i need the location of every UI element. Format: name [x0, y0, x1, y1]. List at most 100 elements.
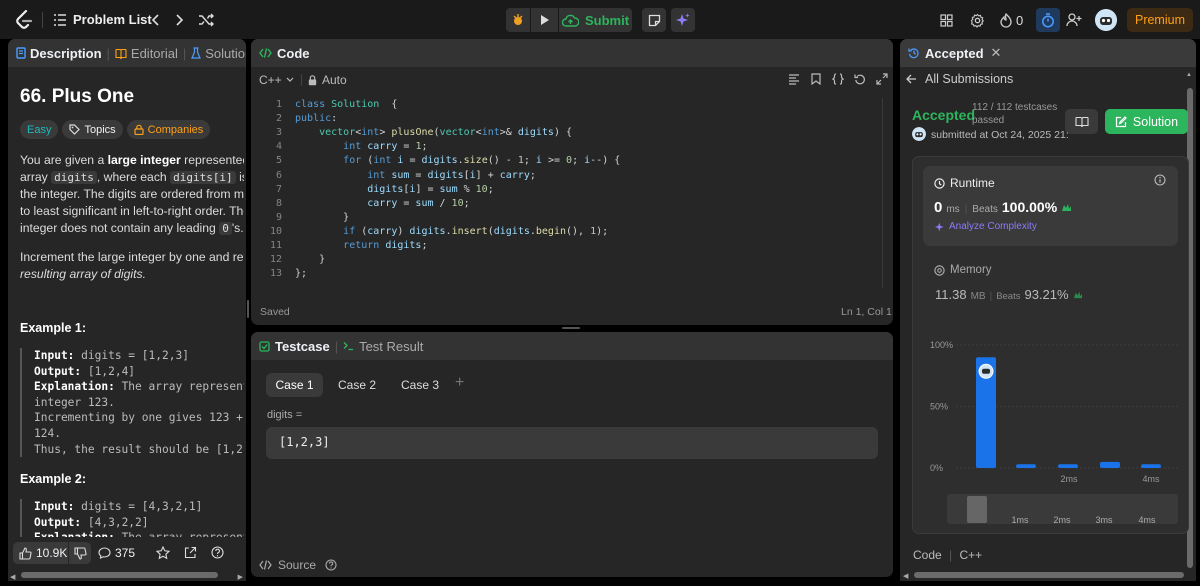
tab-solutions[interactable]: Solutions	[191, 46, 246, 61]
statement-text: large integer	[107, 153, 181, 167]
auto-mode-toggle[interactable]: Auto	[308, 73, 347, 87]
topics-tag[interactable]: Topics	[62, 120, 123, 139]
resize-handle[interactable]	[562, 327, 580, 329]
topbar-divider	[42, 12, 43, 28]
code-token: sum	[415, 197, 434, 209]
code-tab[interactable]: Code	[277, 46, 310, 61]
close-tab-icon[interactable]: ✕	[991, 45, 1002, 61]
param-input[interactable]: [1,2,3]	[266, 427, 878, 459]
tab-editorial[interactable]: Editorial	[115, 46, 178, 61]
tab-testcase[interactable]: Testcase	[259, 339, 330, 354]
case-1-tab[interactable]: Case 1	[266, 373, 323, 397]
scroll-left-arrow-icon[interactable]: ◀	[903, 572, 908, 580]
example-text: Thus, the result should be [1,2,	[34, 442, 244, 456]
submitter-avatar[interactable]	[912, 127, 926, 141]
all-submissions-link[interactable]: All Submissions	[906, 72, 1013, 86]
tab-test-result[interactable]: Test Result	[343, 339, 423, 354]
accepted-tab[interactable]: Accepted	[925, 46, 984, 61]
ai-sparkle-icon[interactable]	[671, 8, 695, 32]
solution-button[interactable]: Solution	[1105, 109, 1188, 134]
problem-list-link[interactable]: Problem List	[73, 12, 152, 27]
case-2-tab[interactable]: Case 2	[331, 373, 383, 397]
code-line[interactable]: return digits;	[295, 240, 427, 251]
format-icon[interactable]	[788, 73, 800, 85]
braces-icon[interactable]	[832, 73, 844, 85]
description-hscroll-thumb[interactable]	[21, 572, 218, 578]
premium-button[interactable]: Premium	[1127, 8, 1193, 32]
code-line[interactable]: digits[i] = sum % 10;	[295, 184, 493, 195]
add-friend-icon[interactable]	[1064, 10, 1084, 30]
line-number: 7	[275, 183, 282, 195]
resize-handle-vertical[interactable]	[246, 300, 249, 318]
help-icon[interactable]	[325, 559, 337, 571]
edit-icon	[1115, 115, 1127, 127]
bookmark-icon[interactable]	[810, 73, 822, 85]
code-line[interactable]: int sum = digits[i] + carry;	[295, 170, 536, 181]
difficulty-tag[interactable]: Easy	[20, 120, 59, 139]
user-avatar[interactable]	[1095, 9, 1117, 31]
next-problem-icon[interactable]	[173, 11, 187, 29]
result-hscroll-thumb[interactable]	[914, 572, 1184, 578]
code-line[interactable]: }	[295, 212, 349, 223]
editorial-button[interactable]	[1065, 109, 1098, 134]
runtime-distribution-chart[interactable]: 100% 50% 0% 2ms 4ms 1ms 2ms 3ms 4ms	[912, 332, 1189, 532]
run-button[interactable]	[531, 8, 558, 32]
code-line[interactable]: int carry = 1;	[295, 141, 427, 152]
fullscreen-icon[interactable]	[876, 73, 888, 85]
shuffle-icon[interactable]	[197, 11, 215, 29]
statement-text: represented as a	[184, 153, 244, 167]
inline-code: 0	[219, 222, 232, 235]
analyze-complexity-link[interactable]: Analyze Complexity	[935, 221, 1037, 232]
result-hscroll-track[interactable]: ◀	[900, 569, 1196, 581]
code-line[interactable]: vector<int> plusOne(vector<int>& digits)…	[295, 127, 572, 138]
example-2-heading: Example 2:	[20, 472, 87, 486]
scroll-left-arrow-icon[interactable]: ◀	[10, 573, 15, 581]
statement-text: You are given a	[20, 153, 108, 167]
code-line[interactable]: };	[295, 268, 307, 279]
reset-icon[interactable]	[854, 73, 866, 85]
language-select[interactable]: C++	[259, 73, 294, 87]
list-icon[interactable]	[53, 12, 67, 28]
settings-gear-icon[interactable]	[968, 11, 986, 29]
star-icon[interactable]	[156, 546, 170, 560]
code-line[interactable]: carry = sum / 10;	[295, 197, 469, 209]
info-icon[interactable]	[1154, 174, 1166, 186]
streak-flame-icon[interactable]	[999, 11, 1013, 29]
like-button[interactable]: 10.9K	[13, 542, 68, 564]
code-token: ) {	[553, 127, 573, 139]
arrow-left-icon	[906, 74, 916, 84]
prev-problem-icon[interactable]	[148, 11, 162, 29]
share-icon[interactable]	[184, 546, 197, 559]
source-link[interactable]: Source	[259, 558, 337, 572]
line-number: 10	[269, 225, 282, 237]
timer-icon[interactable]	[1036, 8, 1060, 32]
dislike-button[interactable]	[69, 542, 91, 564]
code-line[interactable]: }	[295, 254, 325, 265]
top-bar: Problem List Submit 0 Premium	[0, 0, 1200, 39]
leetcode-logo-icon[interactable]	[14, 9, 34, 30]
add-case-icon[interactable]: +	[455, 374, 464, 392]
memory-header[interactable]: Memory	[934, 264, 992, 276]
scroll-up-arrow-icon[interactable]: ▲	[1186, 72, 1192, 78]
note-icon[interactable]	[642, 8, 666, 32]
submit-button[interactable]: Submit	[559, 8, 632, 32]
code-line[interactable]: for (int i = digits.size() - 1; i >= 0; …	[295, 155, 620, 166]
help-icon[interactable]	[211, 546, 224, 559]
layout-icon[interactable]	[937, 11, 955, 29]
comments-button[interactable]: 375	[98, 542, 135, 564]
case-3-tab[interactable]: Case 3	[395, 373, 445, 397]
problem-statement: You are given a large integer represente…	[20, 152, 244, 283]
companies-tag[interactable]: Companies	[126, 120, 211, 139]
cursor-position: Ln 1, Col 1	[841, 306, 892, 318]
code-line[interactable]: if (carry) digits.insert(digits.begin(),…	[295, 226, 608, 237]
scroll-right-arrow-icon[interactable]: ▶	[238, 573, 243, 581]
tab-description[interactable]: Description	[16, 46, 102, 61]
code-line[interactable]: public:	[295, 113, 337, 124]
debug-icon[interactable]	[506, 8, 530, 32]
navigator-tick-label: 3ms	[1095, 515, 1113, 525]
code-token: int	[481, 127, 500, 139]
code-line[interactable]: class Solution {	[295, 99, 397, 110]
description-hscroll-track[interactable]: ◀ ▶	[8, 569, 246, 581]
x-tick-label: 4ms	[1142, 474, 1160, 484]
